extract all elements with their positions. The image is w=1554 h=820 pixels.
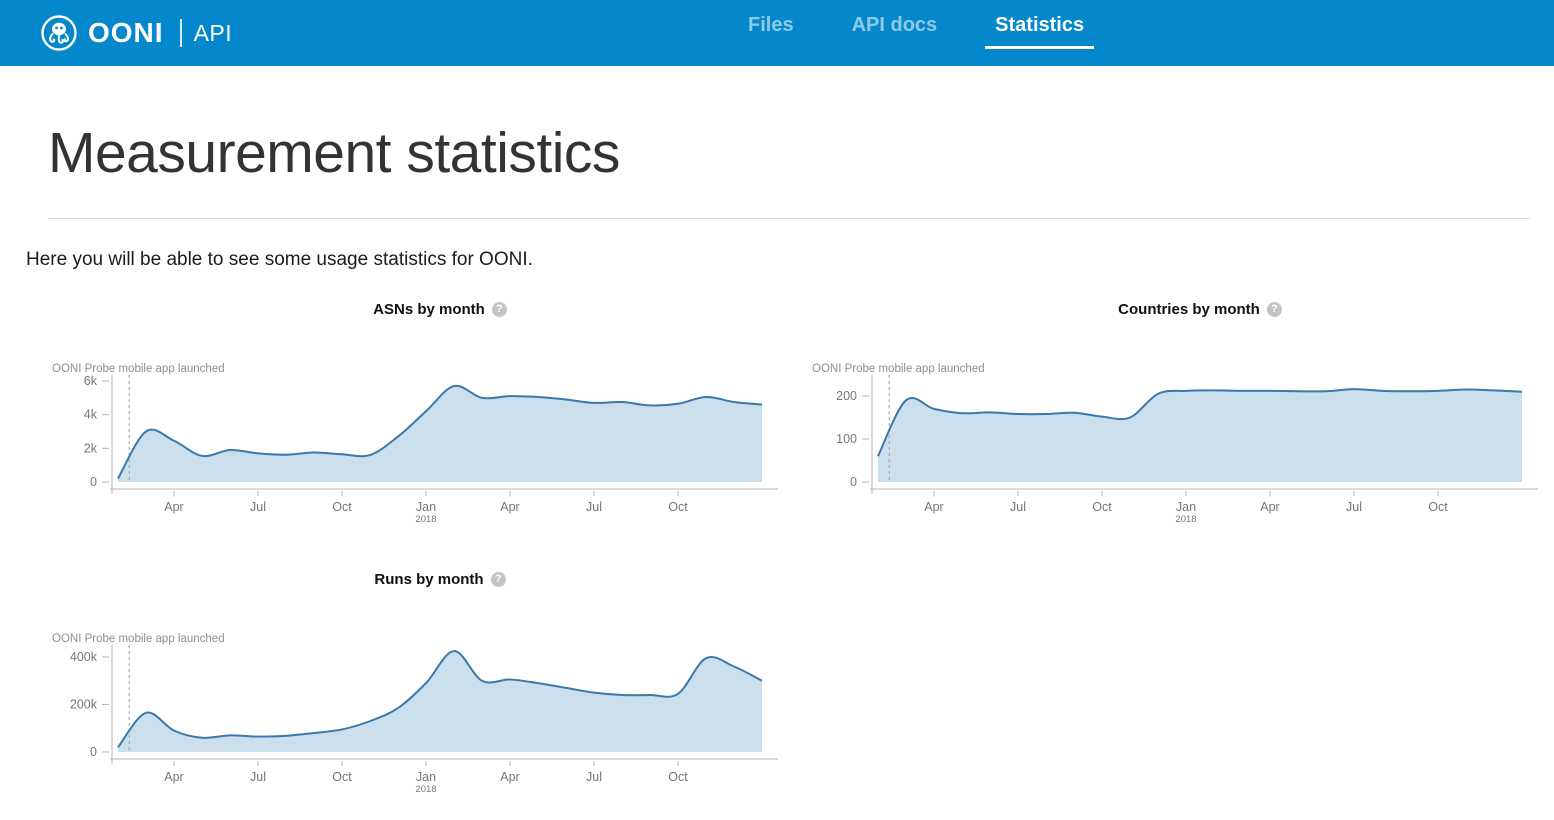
- area-series-fill: [878, 389, 1522, 482]
- svg-text:Jan: Jan: [1176, 500, 1196, 514]
- svg-text:Apr: Apr: [500, 500, 519, 514]
- svg-text:200: 200: [836, 389, 857, 403]
- chart-title: Countries by month: [1118, 301, 1260, 318]
- svg-text:Jul: Jul: [586, 770, 602, 784]
- help-icon[interactable]: ?: [491, 572, 506, 587]
- area-chart-runs: OONI Probe mobile app launched 0 200k 400k A…: [40, 626, 800, 806]
- chart-title: ASNs by month: [373, 301, 485, 318]
- x-axis: Apr Jul Oct Jan2018 Apr Jul Oct: [870, 489, 1538, 525]
- help-icon[interactable]: ?: [1267, 302, 1282, 317]
- svg-text:400k: 400k: [70, 650, 98, 664]
- svg-text:4k: 4k: [84, 408, 98, 422]
- brand-divider: [180, 19, 182, 47]
- svg-text:Apr: Apr: [1260, 500, 1279, 514]
- svg-text:Jul: Jul: [1346, 500, 1362, 514]
- svg-text:Oct: Oct: [332, 770, 352, 784]
- svg-text:2018: 2018: [1175, 514, 1196, 525]
- svg-text:Oct: Oct: [668, 500, 688, 514]
- empty-cell: [800, 569, 1554, 806]
- annotation-label: OONI Probe mobile app launched: [52, 363, 225, 375]
- page-content: Measurement statistics Here you will be …: [0, 120, 1554, 806]
- svg-text:Oct: Oct: [1428, 500, 1448, 514]
- x-axis: Apr Jul Oct Jan2018 Apr Jul Oct: [110, 489, 778, 525]
- svg-text:2018: 2018: [415, 784, 436, 795]
- divider: [48, 218, 1530, 219]
- nav-item-api-docs[interactable]: API docs: [842, 14, 948, 49]
- y-axis: 0 100 200: [836, 375, 872, 494]
- annotation-label: OONI Probe mobile app launched: [812, 363, 985, 375]
- svg-text:Oct: Oct: [668, 770, 688, 784]
- charts-grid: ASNs by month ? OONI Probe mobile app la…: [40, 299, 1554, 806]
- svg-text:0: 0: [850, 475, 857, 489]
- chart-runs-by-month: Runs by month ? OONI Probe mobile app la…: [40, 569, 800, 806]
- brand[interactable]: OONI API: [40, 0, 232, 66]
- svg-text:100: 100: [836, 432, 857, 446]
- area-chart-asns: OONI Probe mobile app launched 0 2k 4k 6k Apr…: [40, 356, 800, 536]
- chart-countries-by-month: Countries by month ? OONI Probe mobile a…: [800, 299, 1554, 536]
- chart-asns-by-month: ASNs by month ? OONI Probe mobile app la…: [40, 299, 800, 536]
- y-axis: 0 200k 400k: [70, 645, 112, 764]
- svg-text:6k: 6k: [84, 374, 98, 388]
- svg-text:2018: 2018: [415, 514, 436, 525]
- svg-text:Jul: Jul: [250, 770, 266, 784]
- svg-text:0: 0: [90, 475, 97, 489]
- help-icon[interactable]: ?: [492, 302, 507, 317]
- brand-suffix: API: [194, 20, 233, 47]
- svg-text:Jul: Jul: [586, 500, 602, 514]
- svg-text:200k: 200k: [70, 698, 98, 712]
- svg-text:Jan: Jan: [416, 500, 436, 514]
- svg-text:Oct: Oct: [1092, 500, 1112, 514]
- page-title: Measurement statistics: [48, 120, 1554, 186]
- brand-name: OONI: [88, 17, 164, 49]
- svg-text:Jan: Jan: [416, 770, 436, 784]
- svg-text:Jul: Jul: [1010, 500, 1026, 514]
- svg-text:Apr: Apr: [164, 500, 183, 514]
- svg-text:Apr: Apr: [924, 500, 943, 514]
- x-axis: Apr Jul Oct Jan2018 Apr Jul Oct: [110, 759, 778, 795]
- svg-text:2k: 2k: [84, 441, 98, 455]
- intro-text: Here you will be able to see some usage …: [26, 249, 1554, 271]
- area-chart-countries: OONI Probe mobile app launched 0 100 200 Apr…: [800, 356, 1554, 536]
- svg-text:0: 0: [90, 745, 97, 759]
- svg-text:Apr: Apr: [500, 770, 519, 784]
- svg-text:Apr: Apr: [164, 770, 183, 784]
- main-nav: Files API docs Statistics: [738, 0, 1094, 49]
- area-series-fill: [118, 386, 762, 482]
- y-axis: 0 2k 4k 6k: [84, 374, 112, 494]
- svg-text:Oct: Oct: [332, 500, 352, 514]
- annotation-label: OONI Probe mobile app launched: [52, 633, 225, 645]
- ooni-logo-icon: [40, 14, 78, 52]
- chart-title: Runs by month: [374, 571, 483, 588]
- nav-item-files[interactable]: Files: [738, 14, 804, 49]
- nav-item-statistics[interactable]: Statistics: [985, 14, 1094, 49]
- app-header: OONI API Files API docs Statistics: [0, 0, 1554, 66]
- svg-text:Jul: Jul: [250, 500, 266, 514]
